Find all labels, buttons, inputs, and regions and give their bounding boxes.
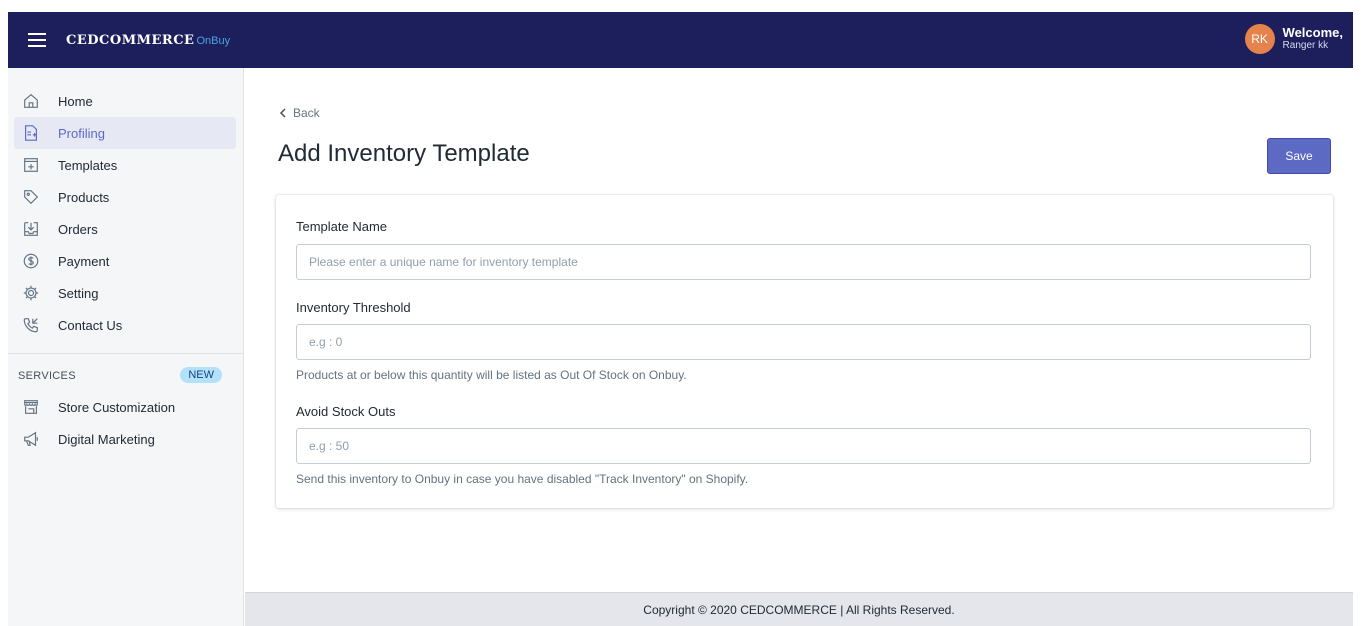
sidebar-item-orders[interactable]: Orders xyxy=(8,213,244,245)
new-badge: NEW xyxy=(180,367,222,383)
sidebar-item-home[interactable]: Home xyxy=(8,85,244,117)
save-button[interactable]: Save xyxy=(1267,138,1331,174)
avoid-stock-outs-label: Avoid Stock Outs xyxy=(296,404,396,419)
sidebar-item-label: Profiling xyxy=(58,125,105,141)
copyright-text: Copyright © 2020 CEDCOMMERCE | All Right… xyxy=(643,602,955,617)
avoid-stock-outs-help: Send this inventory to Onbuy in case you… xyxy=(296,472,749,486)
sidebar-item-label: Setting xyxy=(58,285,99,301)
user-menu[interactable]: RK Welcome, Ranger kk xyxy=(1244,24,1343,54)
sidebar-item-label: Payment xyxy=(58,253,110,269)
gear-icon xyxy=(23,285,39,301)
hamburger-menu-icon[interactable] xyxy=(28,33,46,47)
sidebar-item-payment[interactable]: Payment xyxy=(8,245,244,277)
sidebar-nav: Home Profiling Templates Products Orders… xyxy=(8,85,244,341)
dollar-circle-icon xyxy=(23,253,39,269)
logo-subtext: OnBuy xyxy=(196,34,231,47)
sidebar-item-label: Store Customization xyxy=(58,399,176,415)
inventory-threshold-input[interactable] xyxy=(296,324,1311,360)
phone-icon xyxy=(23,318,38,333)
sidebar-item-label: Contact Us xyxy=(58,317,123,333)
sidebar-item-label: Home xyxy=(58,93,93,109)
services-nav: Store Customization Digital Marketing xyxy=(8,391,244,455)
sidebar: Home Profiling Templates Products Orders… xyxy=(8,68,244,626)
back-label: Back xyxy=(293,106,320,120)
sidebar-item-label: Orders xyxy=(58,221,98,237)
tag-icon xyxy=(24,190,39,205)
user-name: Ranger kk xyxy=(1282,40,1329,51)
inventory-threshold-help: Products at or below this quantity will … xyxy=(296,368,687,382)
profiling-icon xyxy=(25,125,37,141)
sidebar-divider xyxy=(8,353,244,354)
orders-download-icon xyxy=(24,222,38,236)
sidebar-item-store-customization[interactable]: Store Customization xyxy=(8,391,244,423)
services-header: SERVICES NEW xyxy=(18,367,222,385)
store-icon xyxy=(24,400,38,414)
avoid-stock-outs-input[interactable] xyxy=(296,428,1311,464)
app-logo[interactable]: CEDCOMMERCE OnBuy xyxy=(66,33,230,48)
megaphone-icon xyxy=(24,431,38,447)
logo-text: CEDCOMMERCE xyxy=(66,32,195,48)
services-title: SERVICES xyxy=(18,370,76,382)
welcome-block: Welcome, Ranger kk xyxy=(1283,26,1343,52)
sidebar-item-profiling[interactable]: Profiling xyxy=(14,117,236,149)
sidebar-item-label: Products xyxy=(58,189,110,205)
inventory-threshold-label: Inventory Threshold xyxy=(296,300,411,315)
sidebar-item-templates[interactable]: Templates xyxy=(8,149,244,181)
home-icon xyxy=(24,93,38,108)
sidebar-item-setting[interactable]: Setting xyxy=(8,277,244,309)
template-form-card: Template Name Inventory Threshold Produc… xyxy=(276,195,1333,508)
sidebar-item-digital-marketing[interactable]: Digital Marketing xyxy=(8,423,244,455)
sidebar-item-label: Digital Marketing xyxy=(58,431,155,447)
sidebar-item-label: Templates xyxy=(58,157,118,173)
sidebar-item-products[interactable]: Products xyxy=(8,181,244,213)
welcome-label: Welcome, xyxy=(1282,25,1343,40)
page-title: Add Inventory Template xyxy=(278,140,530,167)
top-bar: CEDCOMMERCE OnBuy RK Welcome, Ranger kk xyxy=(8,12,1353,68)
main-content: Back Add Inventory Template Save Templat… xyxy=(245,68,1353,592)
sidebar-item-contact-us[interactable]: Contact Us xyxy=(8,309,244,341)
back-link[interactable]: Back xyxy=(279,106,320,120)
template-name-input[interactable] xyxy=(296,244,1311,280)
templates-icon xyxy=(24,158,38,172)
template-name-label: Template Name xyxy=(296,219,388,234)
chevron-left-icon xyxy=(279,108,286,118)
avatar[interactable]: RK xyxy=(1244,24,1275,54)
footer: Copyright © 2020 CEDCOMMERCE | All Right… xyxy=(245,592,1353,626)
